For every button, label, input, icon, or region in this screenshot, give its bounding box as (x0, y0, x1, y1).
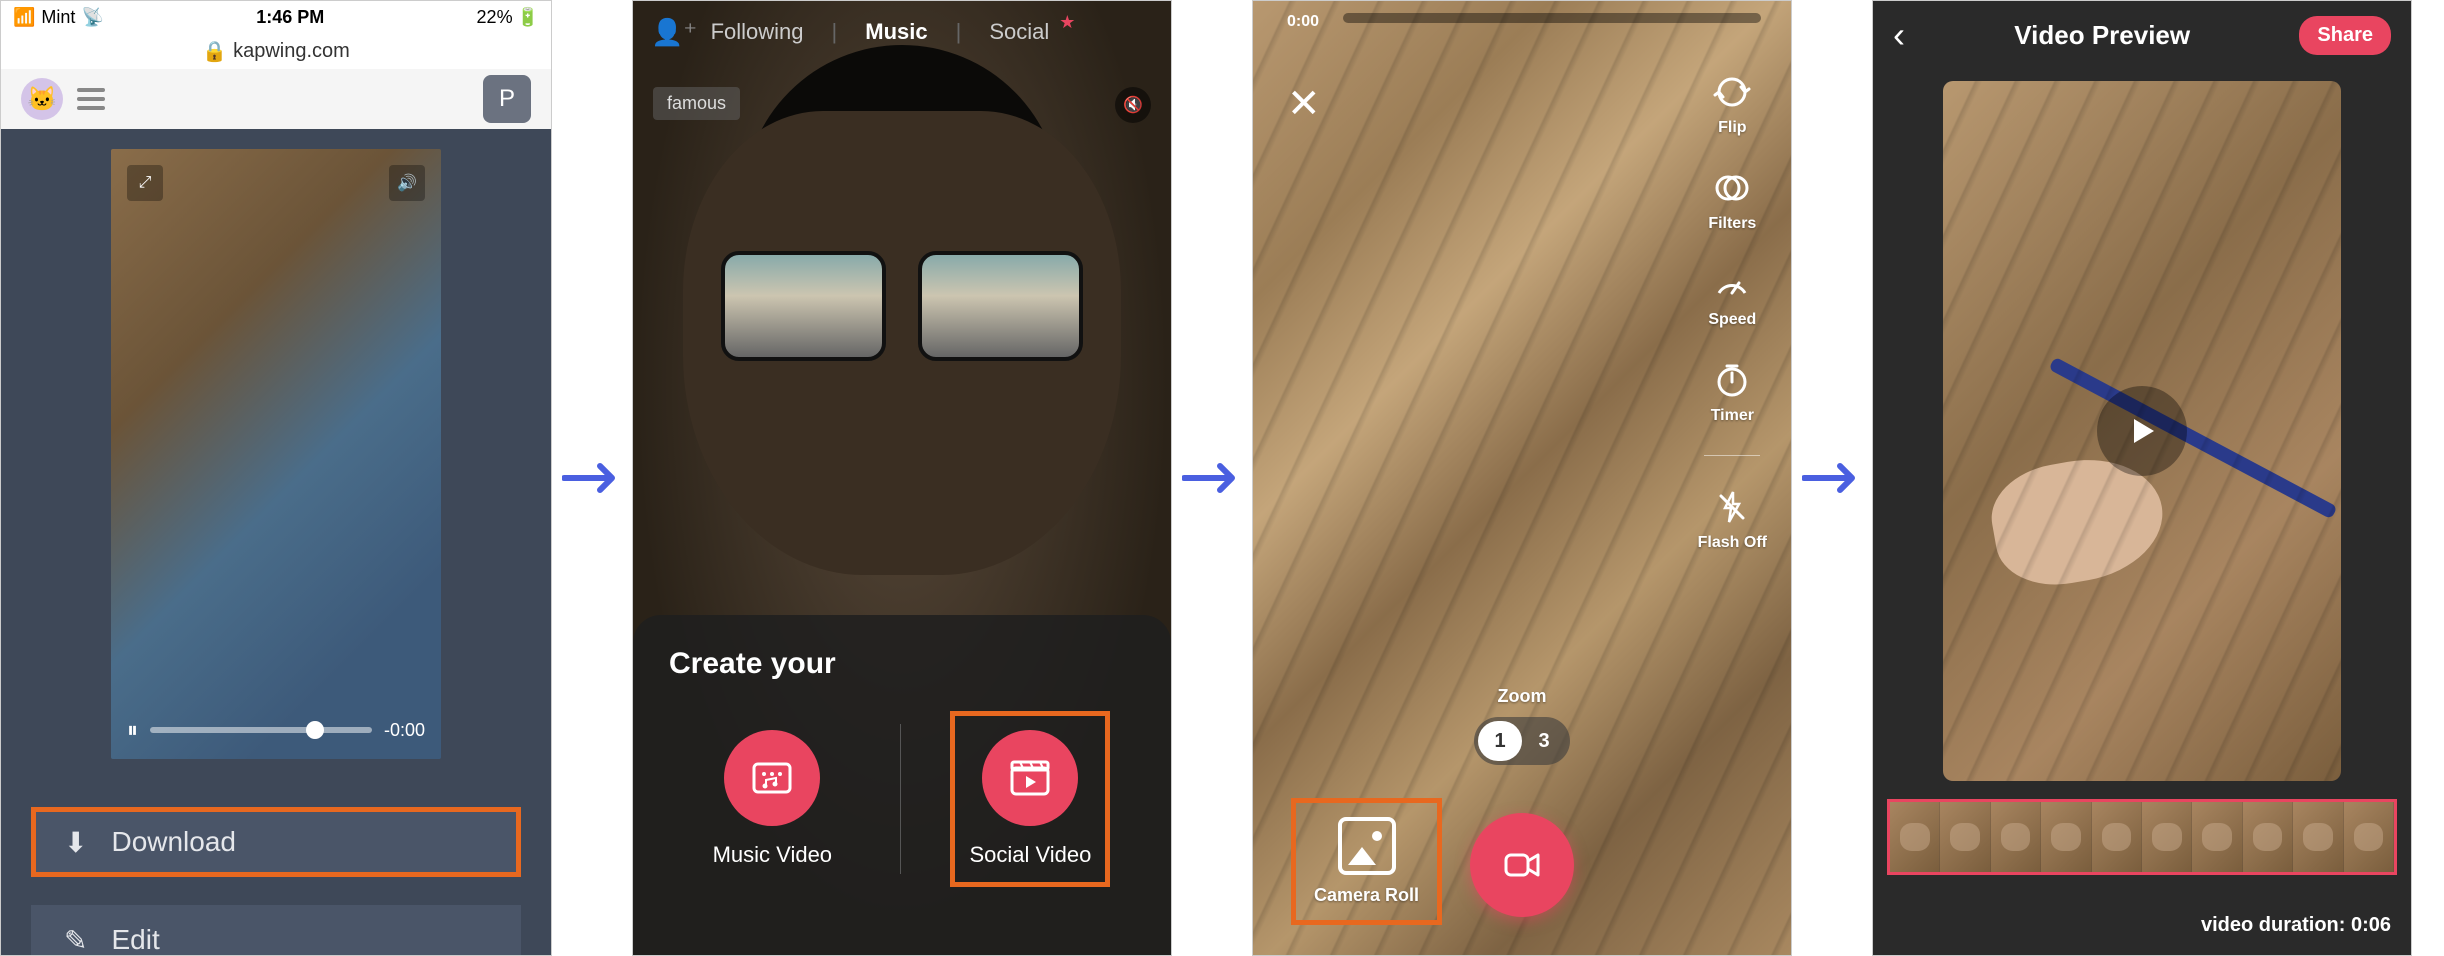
timeline-frame[interactable] (2344, 802, 2394, 872)
sheet-title: Create your (669, 647, 1135, 681)
speed-button[interactable]: Speed (1708, 263, 1756, 329)
clapper-play-icon (982, 730, 1078, 826)
seek-knob[interactable] (306, 721, 324, 739)
clock: 1:46 PM (256, 7, 324, 28)
profile-button[interactable]: P (483, 75, 531, 123)
divider (1704, 455, 1760, 456)
avatar[interactable]: 🐱 (21, 78, 63, 120)
record-button[interactable] (1470, 813, 1574, 917)
camera-tools: Flip Filters Speed Timer Flash Off (1698, 71, 1767, 552)
timeline-frame[interactable] (2092, 802, 2142, 872)
pencil-icon: ✎ (64, 924, 87, 956)
app-header: 🐱 P (1, 69, 551, 129)
create-sheet: Create your Music Video Social Video (633, 615, 1171, 955)
timeline-frame[interactable] (1991, 802, 2041, 872)
zoom-1x[interactable]: 1 (1478, 721, 1522, 761)
tab-music[interactable]: Music (865, 19, 927, 45)
expand-icon[interactable]: ⤢ (127, 165, 163, 201)
video-camera-icon (1498, 841, 1546, 889)
download-icon: ⬇ (64, 826, 87, 859)
tab-following[interactable]: Following (711, 19, 804, 45)
lock-icon: 🔒 (202, 39, 227, 64)
flow-arrow (1792, 0, 1872, 956)
film-music-icon (724, 730, 820, 826)
zoom-3x[interactable]: 3 (1522, 721, 1566, 761)
top-tabs: 👤⁺ Following | Music | Social ★ (633, 19, 1171, 45)
timeline-frame[interactable] (2142, 802, 2192, 872)
timer-icon (1711, 359, 1753, 401)
play-icon[interactable] (2097, 386, 2187, 476)
edit-label: Edit (111, 924, 159, 956)
timeline-frame[interactable] (2243, 802, 2293, 872)
url-text: kapwing.com (233, 40, 350, 63)
timeline-frame[interactable] (2192, 802, 2242, 872)
battery-icon: 🔋 (517, 7, 539, 28)
carrier-label: Mint (41, 7, 75, 28)
zoom-label: Zoom (1498, 686, 1547, 707)
mute-icon[interactable]: 🔇 (1115, 87, 1151, 123)
status-bar: 📶 Mint 📡 1:46 PM 22% 🔋 (1, 1, 551, 33)
video-preview-screen: ‹ Video Preview Share video duration: 0:… (1872, 0, 2412, 956)
seek-bar[interactable] (150, 727, 372, 733)
close-icon[interactable]: ✕ (1287, 81, 1321, 127)
music-video-label: Music Video (713, 842, 832, 868)
triller-feed-screen: 👤⁺ Following | Music | Social ★ famous 🔇… (632, 0, 1172, 956)
timer-button[interactable]: Timer (1711, 359, 1754, 425)
back-icon[interactable]: ‹ (1893, 14, 1905, 56)
flip-button[interactable]: Flip (1711, 71, 1753, 137)
divider (900, 724, 901, 874)
tab-social[interactable]: Social (989, 19, 1049, 45)
preview-header: ‹ Video Preview Share (1873, 1, 2411, 69)
preview-video[interactable] (1943, 81, 2341, 781)
add-person-icon[interactable]: 👤⁺ (651, 17, 697, 48)
timeline-frame[interactable] (1890, 802, 1940, 872)
video-player[interactable]: ⤢ 🔊 ⏸ -0:00 (111, 149, 441, 759)
timeline-frame[interactable] (2293, 802, 2343, 872)
camera-screen: 0:00 ✕ Flip Filters Speed Timer Flash Of… (1252, 0, 1792, 956)
social-video-label: Social Video (969, 842, 1091, 868)
camera-roll-label: Camera Roll (1314, 885, 1419, 906)
tag-badge[interactable]: famous (653, 87, 740, 120)
timeline-frame[interactable] (1940, 802, 1990, 872)
signal-icon: 📶 (13, 7, 35, 28)
flow-arrow (552, 0, 632, 956)
flash-off-icon (1711, 486, 1753, 528)
zoom-toggle[interactable]: 1 3 (1474, 717, 1570, 765)
filters-icon (1711, 167, 1753, 209)
download-button[interactable]: ⬇ Download (31, 807, 521, 877)
download-label: Download (111, 826, 236, 858)
flow-arrow (1172, 0, 1252, 956)
image-icon (1338, 817, 1396, 875)
kapwing-screen: 📶 Mint 📡 1:46 PM 22% 🔋 🔒 kapwing.com 🐱 P… (0, 0, 552, 956)
time-remaining: -0:00 (384, 720, 425, 741)
music-video-option[interactable]: Music Video (694, 711, 851, 887)
flash-button[interactable]: Flash Off (1698, 486, 1767, 552)
filters-button[interactable]: Filters (1708, 167, 1756, 233)
page-title: Video Preview (2014, 20, 2190, 51)
battery-percent: 22% (477, 7, 513, 28)
social-video-option[interactable]: Social Video (950, 711, 1110, 887)
flip-icon (1711, 71, 1753, 113)
edit-button[interactable]: ✎ Edit (31, 905, 521, 956)
camera-roll-button[interactable]: Camera Roll (1291, 798, 1442, 925)
duration-label: video duration: 0:06 (2201, 914, 2391, 937)
speed-icon (1711, 263, 1753, 305)
volume-icon[interactable]: 🔊 (389, 165, 425, 201)
record-progress (1343, 13, 1761, 23)
timeline-strip[interactable] (1887, 799, 2397, 875)
wifi-icon: 📡 (81, 7, 103, 28)
timeline-frame[interactable] (2041, 802, 2091, 872)
share-button[interactable]: Share (2299, 16, 2391, 55)
zoom-control: Zoom 1 3 (1474, 686, 1570, 765)
star-icon: ★ (1059, 12, 1075, 33)
pause-icon[interactable]: ⏸ (127, 717, 138, 743)
hamburger-icon[interactable] (77, 88, 105, 110)
record-time: 0:00 (1287, 13, 1319, 31)
address-bar[interactable]: 🔒 kapwing.com (1, 33, 551, 69)
